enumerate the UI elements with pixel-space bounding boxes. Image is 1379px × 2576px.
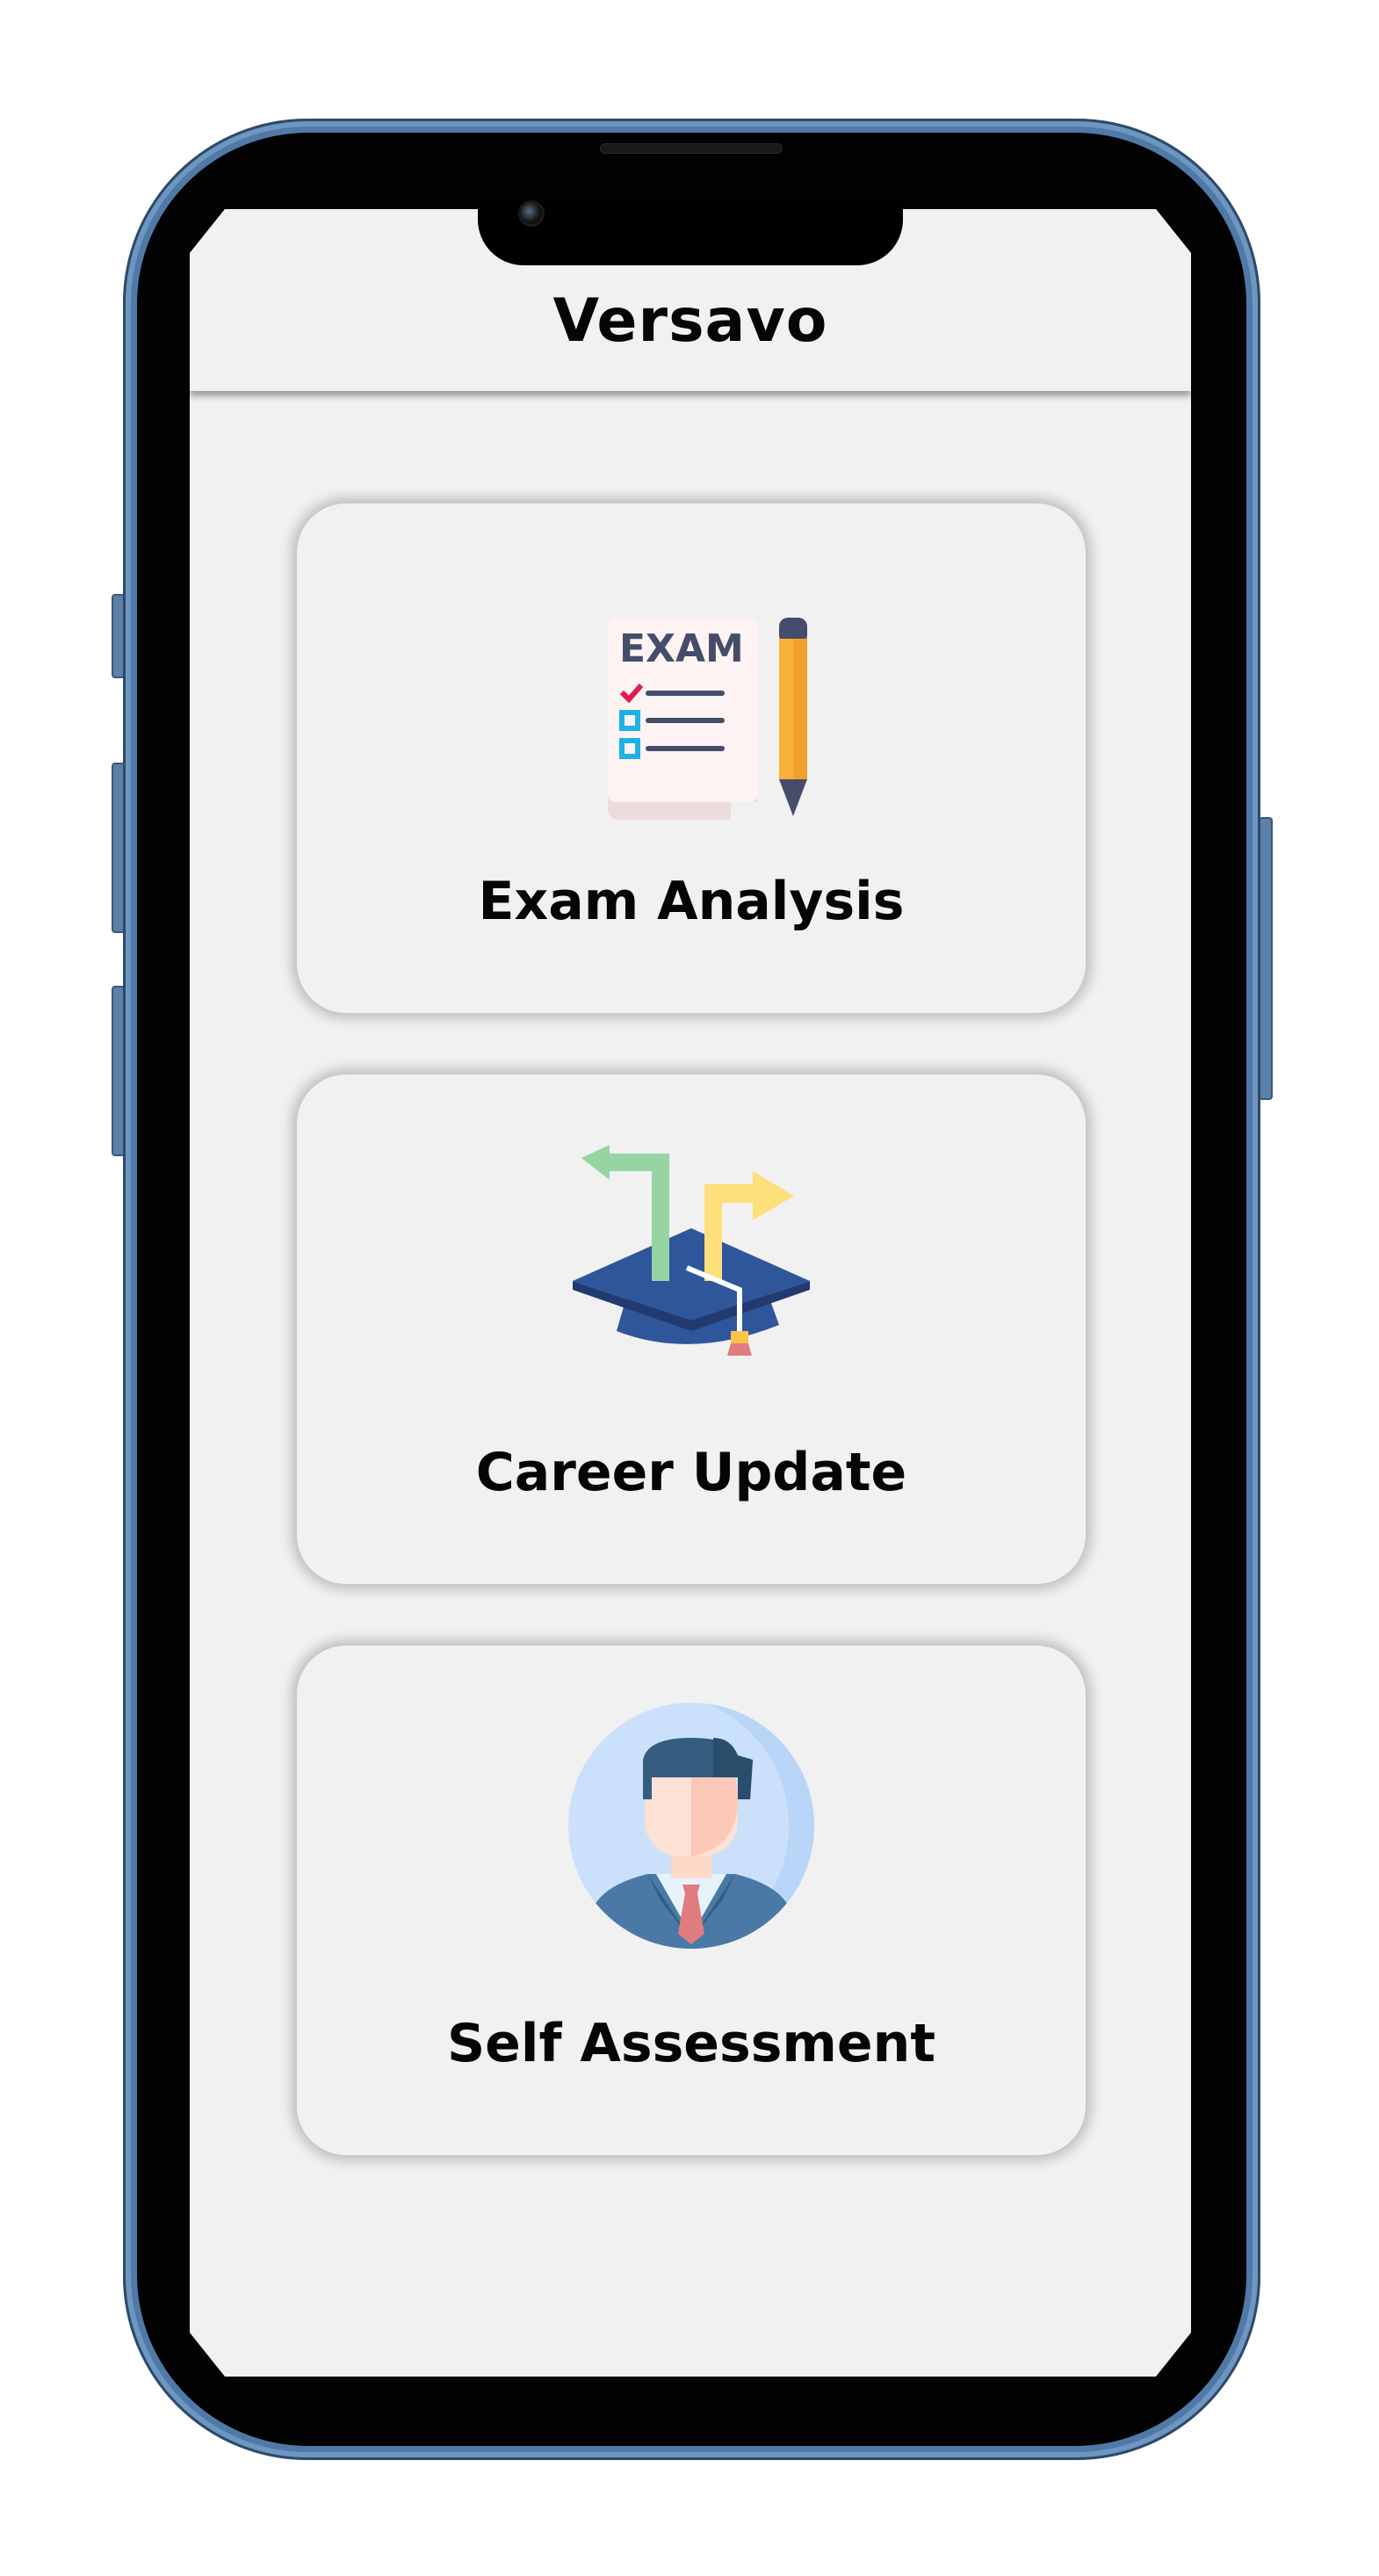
exam-analysis-card[interactable]: EXAM Exam Analysis (297, 503, 1086, 1013)
career-update-card[interactable]: Career Update (297, 1075, 1086, 1584)
graduation-cap-arrows-icon (564, 1145, 819, 1400)
self-assessment-card[interactable]: Self Assessment (297, 1646, 1086, 2155)
exam-analysis-label: Exam Analysis (478, 871, 905, 932)
exam-icon-text: EXAM (619, 626, 744, 671)
phone-speaker (600, 143, 783, 154)
app-screen: Versavo EXAM Exam Analysis Career Update… (190, 209, 1191, 2377)
career-update-label: Career Update (475, 1442, 907, 1503)
phone-notch (478, 200, 903, 265)
app-title: Versavo (552, 286, 828, 356)
exam-checklist-pencil-icon: EXAM (564, 609, 819, 829)
businessman-avatar-icon (564, 1703, 819, 1971)
camera-icon (518, 200, 545, 227)
phone-power-button (1259, 817, 1273, 1100)
self-assessment-label: Self Assessment (446, 2013, 936, 2074)
